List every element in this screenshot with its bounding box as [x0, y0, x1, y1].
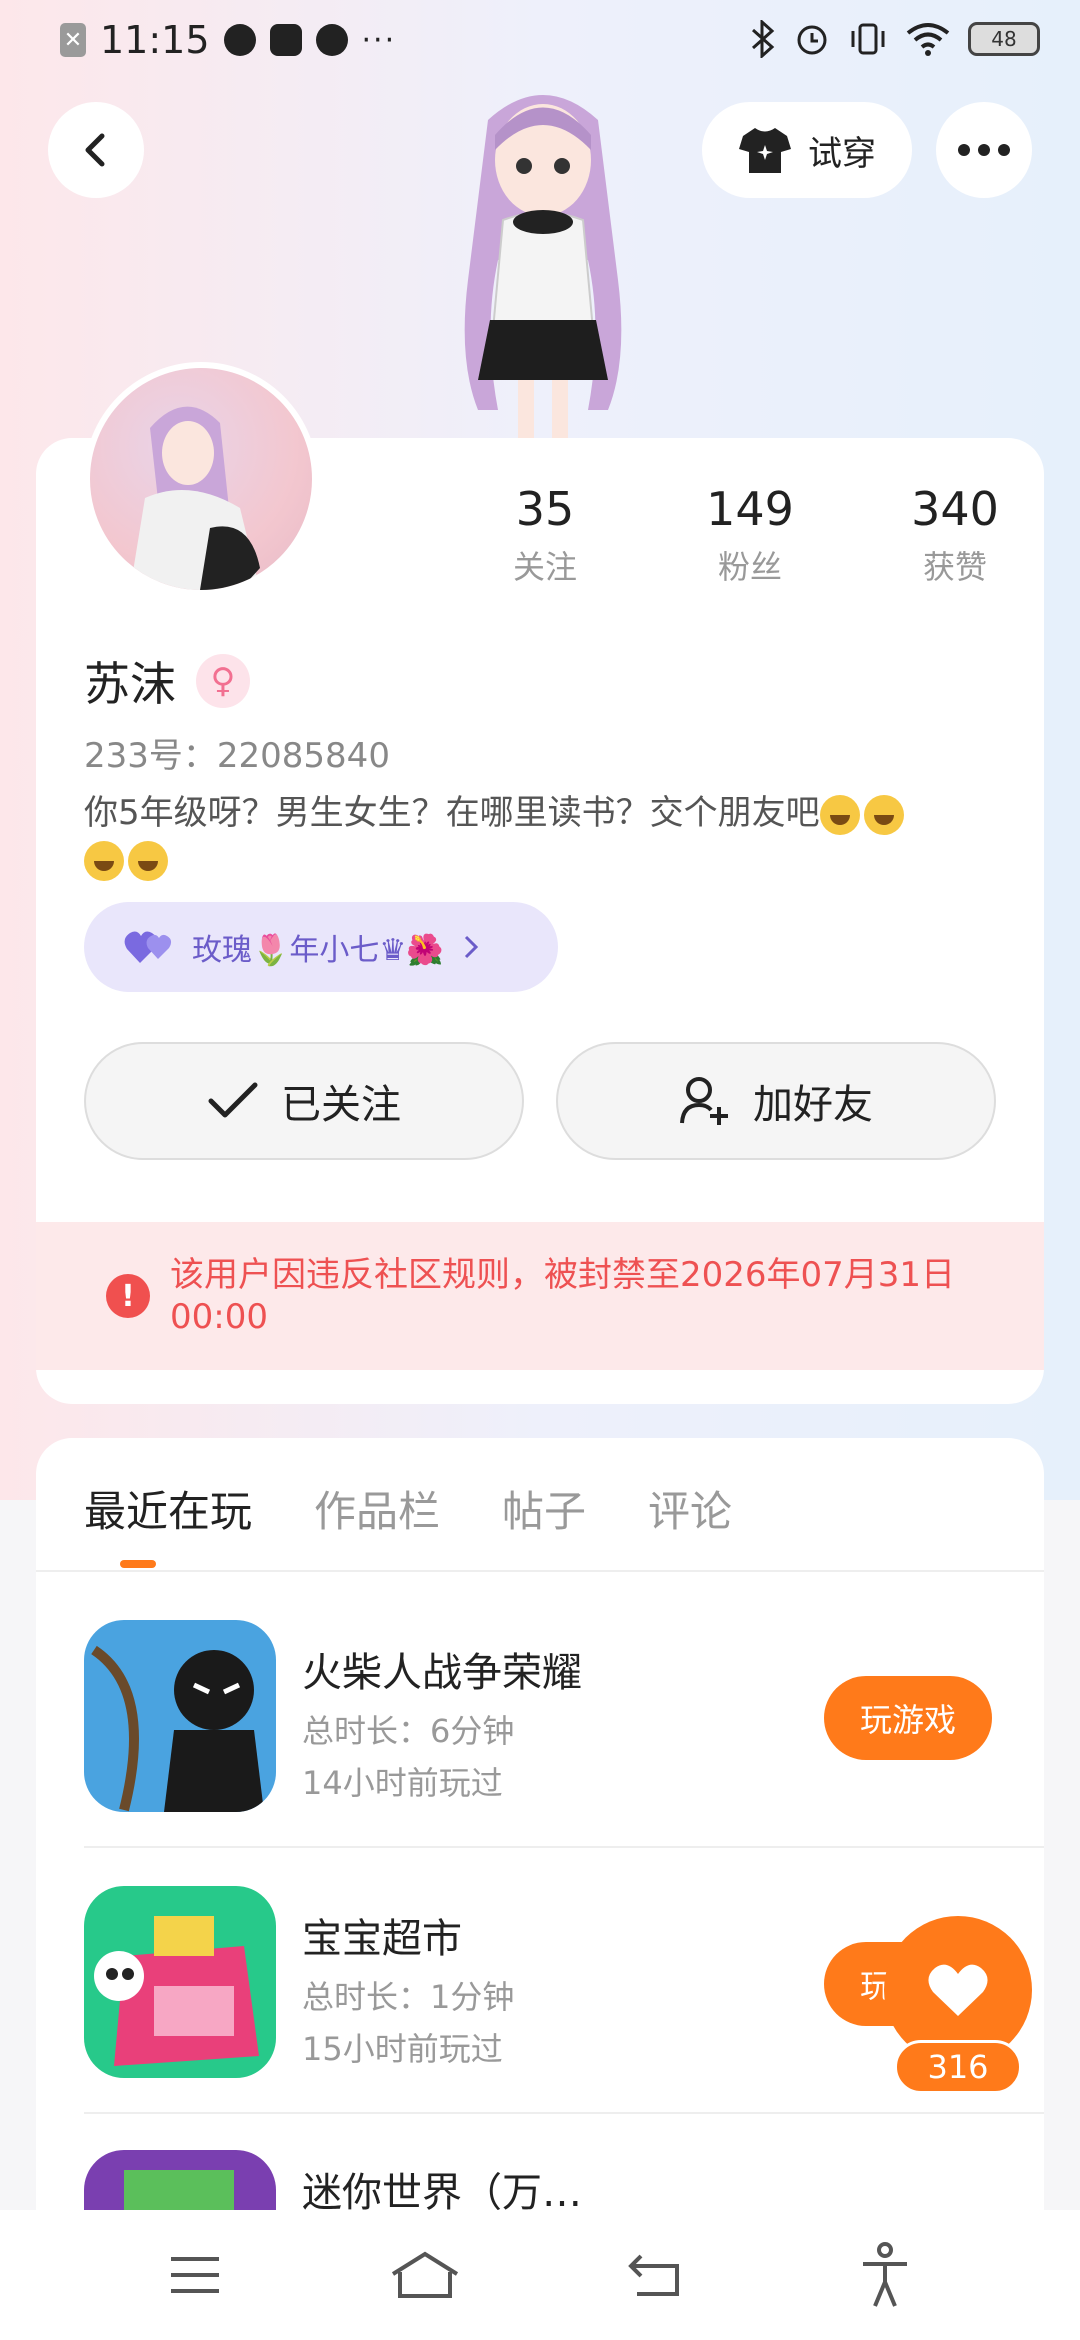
following-count: 35 — [515, 482, 575, 536]
ban-notice-text: 该用户因违反社区规则，被封禁至2026年07月31日 00:00 — [170, 1255, 956, 1337]
bluetooth-icon — [751, 20, 775, 58]
grin-emoji-icon — [819, 794, 860, 835]
back-icon — [628, 2254, 679, 2296]
game-icon-supermarket — [84, 1886, 276, 2078]
ban-notice: ! 该用户因违反社区规则，被封禁至2026年07月31日 00:00 — [36, 1222, 1044, 1370]
followed-button[interactable]: 已关注 — [84, 1042, 524, 1160]
chevron-right-icon — [464, 935, 478, 959]
tab-works[interactable]: 作品栏 — [314, 1478, 440, 1539]
female-gender-icon: ♀ — [196, 654, 250, 708]
game-icon-mini-world — [84, 2150, 276, 2210]
back-nav-button[interactable] — [615, 2235, 695, 2315]
game-icon-stickman — [84, 1620, 276, 1812]
game-title: 火柴人战争荣耀 — [302, 1650, 582, 1696]
vibrate-icon — [851, 23, 885, 55]
bio-text: 你5年级呀？男生女生？在哪里读书？交个朋友吧 — [84, 793, 820, 833]
app-notification-icon — [223, 24, 256, 56]
tab-posts[interactable]: 帖子 — [502, 1478, 586, 1539]
alarm-icon — [797, 25, 827, 55]
menu-nav-button[interactable] — [155, 2235, 235, 2315]
add-friend-button[interactable]: 加好友 — [556, 1042, 996, 1160]
game-last-played: 14小时前玩过 — [302, 1764, 503, 1802]
game-last-played: 15小时前玩过 — [302, 2030, 503, 2068]
alert-icon: ! — [106, 1274, 150, 1318]
avatar-character-figure — [464, 95, 622, 440]
video-notification-icon — [269, 24, 302, 56]
wifi-icon — [906, 23, 950, 56]
tab-recently-played[interactable]: 最近在玩 — [84, 1478, 252, 1539]
likes-stat[interactable]: 340 获赞 — [880, 482, 1030, 588]
tshirt-icon — [739, 128, 791, 173]
row-divider — [84, 2112, 1044, 2114]
game-duration: 总时长：1分钟 — [302, 1978, 515, 2016]
active-tab-indicator — [120, 1560, 156, 1568]
back-button[interactable] — [48, 102, 144, 198]
profile-avatar[interactable] — [84, 362, 318, 596]
add-friend-label: 加好友 — [753, 1082, 873, 1128]
followed-label: 已关注 — [281, 1082, 401, 1128]
profile-tabs: 最近在玩 作品栏 帖子 评论 — [84, 1478, 732, 1539]
alarm-notification-icon — [315, 24, 348, 56]
followers-stat[interactable]: 149 粉丝 — [675, 482, 825, 588]
play-game-button[interactable]: 玩游戏 — [824, 1676, 992, 1760]
following-label: 关注 — [512, 548, 577, 586]
accessibility-icon — [863, 2242, 907, 2307]
username-row: 苏沫 ♀ — [84, 648, 250, 714]
grin-emoji-icon — [863, 794, 904, 835]
chevron-left-icon — [85, 133, 105, 167]
profile-stats: 35 关注 149 粉丝 340 获赞 — [470, 482, 1030, 588]
followers-count: 149 — [706, 482, 794, 536]
game-title: 宝宝超市 — [302, 1916, 462, 1962]
system-nav-bar — [0, 2210, 1080, 2340]
game-title: 迷你世界（万… — [302, 2170, 582, 2210]
grin-emoji-icon — [84, 840, 124, 881]
try-on-button[interactable]: 试穿 — [702, 102, 912, 198]
avatar-illustration — [130, 406, 260, 590]
bio: 你5年级呀？男生女生？在哪里读书？交个朋友吧 — [84, 790, 984, 882]
double-heart-icon — [124, 931, 172, 963]
menu-icon — [171, 2257, 219, 2293]
likes-count: 340 — [911, 482, 999, 536]
heart-icon — [928, 1964, 988, 2016]
likes-label: 获赞 — [922, 548, 987, 586]
more-notifications: ··· — [361, 22, 397, 58]
add-user-icon — [680, 1077, 728, 1125]
like-count: 316 — [894, 2040, 1022, 2094]
battery-indicator: 48 — [968, 22, 1040, 56]
home-icon — [391, 2251, 459, 2298]
tab-comments[interactable]: 评论 — [648, 1478, 732, 1539]
check-icon — [208, 1082, 258, 1118]
status-bar: ✕ 11:15 ··· 48 — [0, 0, 1080, 84]
username: 苏沫 — [84, 657, 176, 711]
following-stat[interactable]: 35 关注 — [470, 482, 620, 588]
status-time: 11:15 — [100, 18, 210, 62]
more-options-button[interactable] — [936, 102, 1032, 198]
game-list-item[interactable]: 火柴人战争荣耀 总时长：6分钟 14小时前玩过 玩游戏 — [84, 1620, 1044, 1820]
game-duration: 总时长：6分钟 — [302, 1712, 515, 1750]
accessibility-nav-button[interactable] — [845, 2235, 925, 2315]
try-on-label: 试穿 — [808, 133, 876, 174]
notification-close-icon: ✕ — [60, 23, 86, 57]
user-id: 233号：22085840 — [84, 736, 390, 776]
row-divider — [84, 1846, 1044, 1848]
tabs-divider — [36, 1570, 1044, 1572]
action-buttons: 已关注 加好友 — [84, 1042, 996, 1160]
more-dots-icon — [958, 144, 1010, 156]
couple-tag-label: 玫瑰🌷年小七♛🌺 — [192, 933, 444, 968]
game-list-item[interactable]: 迷你世界（万… — [84, 2150, 1044, 2210]
home-nav-button[interactable] — [385, 2235, 465, 2315]
grin-emoji-icon — [128, 840, 168, 881]
couple-tag[interactable]: 玫瑰🌷年小七♛🌺 — [84, 902, 558, 992]
followers-label: 粉丝 — [717, 548, 782, 586]
